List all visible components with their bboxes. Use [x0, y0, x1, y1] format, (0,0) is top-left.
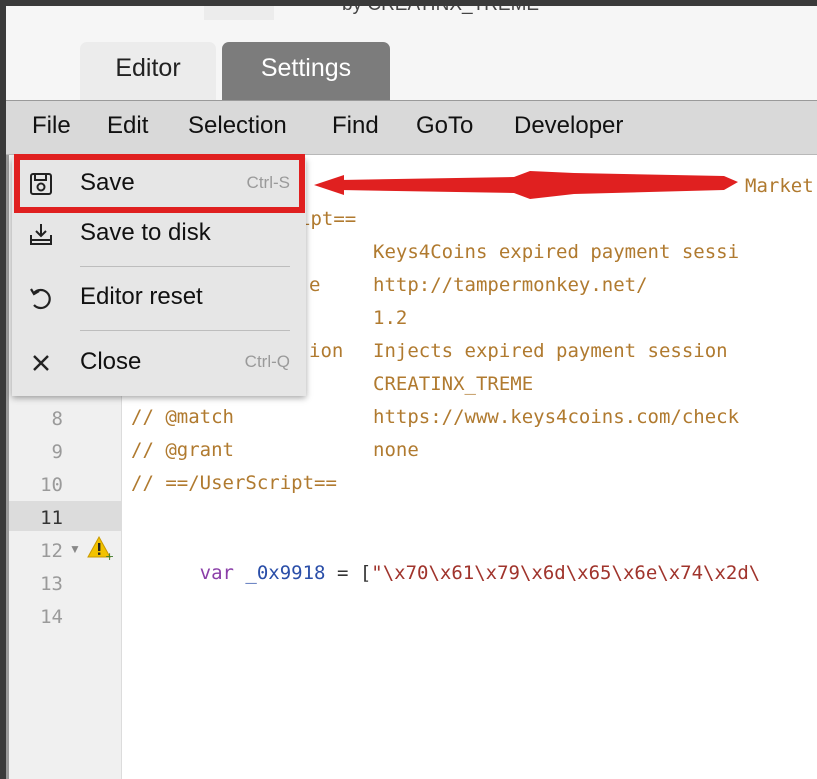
line-number: 14	[40, 606, 63, 628]
menu-selection[interactable]: Selection	[188, 111, 287, 141]
code-fragment: e	[309, 274, 321, 296]
tab-settings[interactable]: Settings	[222, 42, 390, 100]
menu-item-editor-reset[interactable]: Editor reset	[12, 274, 306, 322]
code-string: "\x70\x61\x79\x6d\x65\x6e\x74\x2d\	[371, 562, 761, 584]
menu-item-label: Close	[80, 348, 142, 375]
menu-find[interactable]: Find	[332, 111, 379, 141]
shortcut-hint: Ctrl-Q	[244, 352, 290, 371]
code-fragment: CREATINX_TREME	[373, 373, 534, 395]
menu-separator	[80, 330, 290, 331]
app-window: by CREATINX_TREME Editor Settings File E…	[6, 6, 817, 779]
line-number: 12	[40, 540, 63, 562]
menu-item-label: Save to disk	[80, 219, 211, 246]
code-line-10: // ==/UserScript==	[131, 472, 337, 494]
code-fragment: ion	[309, 340, 344, 362]
code-fragment: Keys4Coins expired payment sessi	[373, 241, 740, 263]
tab-editor[interactable]: Editor	[80, 42, 216, 100]
top-remnant	[204, 6, 274, 20]
line-number: 9	[51, 441, 63, 463]
menu-goto[interactable]: GoTo	[416, 111, 473, 141]
line-number-active: 11	[40, 507, 63, 529]
code-operator: = [	[336, 562, 372, 584]
close-icon	[33, 355, 49, 371]
menu-developer[interactable]: Developer	[514, 111, 623, 141]
code-fragment: Injects expired payment session	[373, 340, 728, 362]
code-fragment: http://tampermonkey.net/	[373, 274, 648, 296]
code-line-8-value: https://www.keys4coins.com/check	[373, 406, 740, 428]
menu-separator	[80, 266, 290, 267]
menu-edit[interactable]: Edit	[107, 111, 148, 141]
code-fragment: Market	[745, 175, 814, 197]
menu-file[interactable]: File	[32, 111, 71, 141]
code-line-9-key: // @grant	[131, 439, 234, 461]
menu-item-close[interactable]: Close Ctrl-Q	[12, 339, 306, 387]
line-number: 13	[40, 573, 63, 595]
code-fragment: 1.2	[373, 307, 408, 329]
menu-item-label: Editor reset	[80, 283, 203, 310]
active-line-highlight	[9, 501, 121, 531]
warning-icon[interactable]: +	[87, 535, 113, 561]
menu-item-save-to-disk[interactable]: Save to disk	[12, 210, 306, 258]
code-keyword: var	[199, 562, 234, 584]
code-line-8-key: // @match	[131, 406, 234, 428]
code-line-12: var _0x9918 = ["\x70\x61\x79\x6d\x65\x6e…	[131, 537, 761, 609]
code-line-9-value: none	[373, 439, 419, 461]
code-fragment: ipt==	[299, 208, 357, 230]
download-tray-icon	[30, 224, 52, 245]
line-number: 8	[51, 408, 63, 430]
undo-icon	[30, 288, 51, 310]
header-cut-text: by CREATINX_TREME	[342, 6, 539, 16]
svg-text:+: +	[105, 550, 113, 561]
menubar: File Edit Selection Find GoTo Developer	[6, 100, 817, 155]
line-number: 10	[40, 474, 63, 496]
red-arrow-annotation	[314, 171, 738, 199]
fold-arrow-icon[interactable]: ▼	[69, 542, 81, 556]
code-variable: _0x9918	[245, 562, 326, 584]
highlight-box	[14, 154, 305, 213]
